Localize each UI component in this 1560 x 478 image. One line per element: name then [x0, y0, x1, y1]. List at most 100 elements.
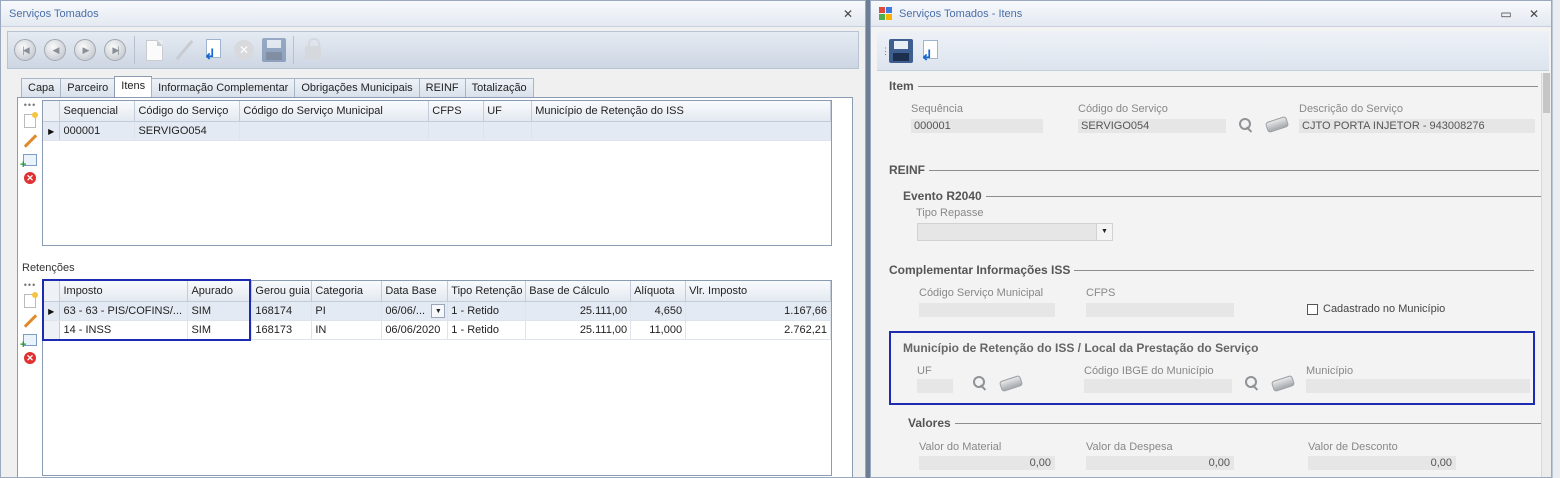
col-cfps[interactable]: CFPS	[428, 101, 485, 122]
cell-aliquota[interactable]: 4,650	[630, 301, 687, 321]
last-record-button[interactable]: ▶|	[102, 37, 128, 63]
cell-base-calculo[interactable]: 25.111,00	[525, 301, 632, 321]
col-codigo-servico-municipal[interactable]: Código do Serviço Municipal	[239, 101, 430, 122]
tipo-repasse-label: Tipo Repasse	[916, 207, 984, 219]
valor-despesa-label: Valor da Despesa	[1086, 441, 1173, 453]
edit-row-icon[interactable]	[23, 314, 37, 328]
table-row[interactable]: ▶ 000001 SERVIGO054	[43, 121, 831, 141]
cell-codigo-servico-municipal[interactable]	[239, 121, 430, 141]
tab-itens[interactable]: Itens	[114, 76, 153, 98]
tab-informacao-complementar[interactable]: Informação Complementar	[151, 78, 296, 98]
undo-icon: ↲	[204, 39, 224, 61]
save-button[interactable]	[261, 37, 287, 63]
delete-row-icon[interactable]: ✕	[24, 172, 36, 184]
tab-totalizacao[interactable]: Totalização	[464, 78, 534, 98]
descricao-servico-field[interactable]: CJTO PORTA INJETOR - 943008276	[1299, 119, 1535, 133]
edit-row-icon[interactable]	[23, 134, 37, 148]
col-uf[interactable]: UF	[483, 101, 533, 122]
new-button[interactable]	[141, 37, 167, 63]
undo-button[interactable]: ↲	[918, 38, 944, 64]
uf-field[interactable]	[917, 379, 953, 393]
right-toolbar: ⋮ ↲	[877, 31, 1549, 71]
cell-vlr-imposto[interactable]: 1.167,66	[685, 301, 831, 321]
codigo-ibge-field[interactable]	[1084, 379, 1232, 393]
tipo-repasse-select[interactable]: ▼	[917, 223, 1113, 241]
cell-data-base[interactable]: 06/06/... ▼	[381, 301, 449, 321]
valor-material-label: Valor do Material	[919, 441, 1002, 453]
scrollbar-thumb[interactable]	[1543, 73, 1550, 113]
undo-button[interactable]: ↲	[201, 37, 227, 63]
col-gerou-guia[interactable]: Gerou guia	[251, 281, 313, 302]
col-data-base[interactable]: Data Base	[381, 281, 449, 302]
close-icon[interactable]: ✕	[1527, 7, 1541, 21]
tab-reinf[interactable]: REINF	[418, 78, 466, 98]
row-pointer-icon: ▶	[48, 126, 55, 136]
lock-button[interactable]	[300, 37, 326, 63]
cell-categoria[interactable]: PI	[311, 301, 383, 321]
codigo-servico-field[interactable]: SERVIGO054	[1078, 119, 1226, 133]
valor-despesa-field[interactable]: 0,00	[1086, 456, 1234, 470]
cadastrado-municipio-checkbox[interactable]	[1307, 304, 1318, 315]
col-municipio-retencao[interactable]: Município de Retenção do ISS	[531, 101, 831, 122]
cell-cfps[interactable]	[428, 121, 485, 141]
municipio-field[interactable]	[1306, 379, 1530, 393]
delete-row-icon[interactable]: ✕	[24, 352, 36, 364]
chevron-down-icon[interactable]: ▼	[1096, 224, 1112, 240]
eraser-icon[interactable]	[1264, 115, 1290, 134]
save-icon	[262, 38, 286, 62]
codigo-servico-municipal-label: Código Serviço Municipal	[919, 287, 1044, 299]
valor-desconto-field[interactable]: 0,00	[1308, 456, 1456, 470]
search-icon[interactable]	[972, 375, 988, 391]
vertical-scrollbar[interactable]	[1541, 73, 1551, 477]
cfps-field[interactable]	[1086, 303, 1234, 317]
tab-obrigacoes-municipais[interactable]: Obrigações Municipais	[294, 78, 420, 98]
cell-gerou-guia[interactable]: 168174	[251, 301, 313, 321]
new-row-icon[interactable]	[24, 292, 38, 308]
cell-vlr-imposto[interactable]: 2.762,21	[685, 320, 831, 340]
minimize-icon[interactable]: ▭	[1499, 7, 1513, 21]
col-aliquota[interactable]: Alíquota	[630, 281, 687, 302]
close-icon[interactable]: ✕	[841, 7, 855, 21]
search-icon[interactable]	[1244, 375, 1260, 391]
first-record-button[interactable]: |◀	[12, 37, 38, 63]
tab-parceiro[interactable]: Parceiro	[60, 78, 116, 98]
cell-tipo-retencao[interactable]: 1 - Retido	[447, 301, 527, 321]
left-window-title: Serviços Tomados	[9, 7, 99, 20]
uf-label: UF	[917, 365, 932, 377]
next-record-button[interactable]: ▶	[72, 37, 98, 63]
delete-button[interactable]: ✕	[231, 37, 257, 63]
prev-record-button[interactable]: ◀	[42, 37, 68, 63]
col-base-calculo[interactable]: Base de Cálculo	[525, 281, 632, 302]
new-row-icon[interactable]	[24, 112, 38, 128]
iss-group-title: Complementar Informações ISS	[889, 263, 1535, 277]
cell-categoria[interactable]: IN	[311, 320, 383, 340]
col-vlr-imposto[interactable]: Vlr. Imposto	[685, 281, 831, 302]
cell-codigo-servico[interactable]: SERVIGO054	[134, 121, 241, 141]
cell-base-calculo[interactable]: 25.111,00	[525, 320, 632, 340]
cell-data-base[interactable]: 06/06/2020	[381, 320, 449, 340]
search-icon[interactable]	[1238, 117, 1254, 133]
col-sequencial[interactable]: Sequencial	[59, 101, 136, 122]
servicos-tomados-itens-window: Serviços Tomados - Itens ▭ ✕ ⋮ ↲ Item Se…	[870, 0, 1552, 478]
cell-sequencial[interactable]: 000001	[59, 121, 136, 141]
prev-record-icon: ◀	[44, 39, 66, 61]
tab-capa[interactable]: Capa	[21, 78, 62, 98]
add-row-icon[interactable]	[20, 154, 37, 171]
chevron-down-icon[interactable]: ▼	[431, 303, 446, 318]
cell-uf[interactable]	[483, 121, 533, 141]
cell-aliquota[interactable]: 11,000	[630, 320, 687, 340]
add-row-icon[interactable]	[20, 334, 37, 351]
cell-gerou-guia[interactable]: 168173	[251, 320, 313, 340]
col-categoria[interactable]: Categoria	[311, 281, 383, 302]
edit-button[interactable]	[171, 37, 197, 63]
cell-tipo-retencao[interactable]: 1 - Retido	[447, 320, 527, 340]
valor-material-field[interactable]: 0,00	[919, 456, 1055, 470]
save-button[interactable]	[888, 38, 914, 64]
sequencia-field[interactable]: 000001	[911, 119, 1043, 133]
retencoes-grid-actions: ••• ✕	[20, 281, 38, 364]
codigo-servico-municipal-field[interactable]	[919, 303, 1055, 317]
valores-group-label: Valores	[908, 416, 951, 430]
col-tipo-retencao[interactable]: Tipo Retenção	[447, 281, 527, 302]
col-codigo-servico[interactable]: Código do Serviço	[134, 101, 241, 122]
cell-municipio-retencao[interactable]	[531, 121, 831, 141]
